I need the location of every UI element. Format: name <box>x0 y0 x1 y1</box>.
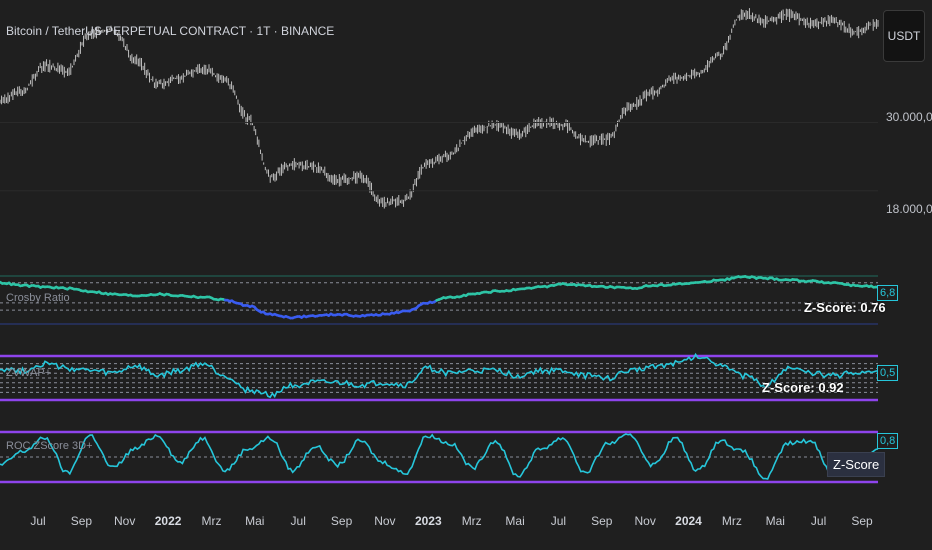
value-badge-crosby: 6,8 <box>877 285 899 301</box>
x-tick-label: Mrz <box>721 514 742 528</box>
price-label-18000: 18.000,0 <box>886 202 932 216</box>
price-label-30000: 30.000,0 <box>886 110 932 124</box>
x-tick-label: Mai <box>505 514 525 528</box>
x-tick-label: Sep <box>330 514 353 528</box>
x-tick-label: 2023 <box>414 514 442 528</box>
pane-label-crosby: Crosby Ratio <box>6 292 70 304</box>
x-tick-label: Jul <box>30 514 46 528</box>
zscore-label-roc: Z-Score <box>827 452 886 477</box>
zscore-label-zvwap: Z-Score: 0.92 <box>762 380 844 395</box>
x-tick-label: Nov <box>114 514 136 528</box>
roc-zscore-panel <box>0 430 879 484</box>
x-tick-label: Sep <box>851 514 873 528</box>
x-tick-label: Sep <box>591 514 613 528</box>
x-tick-label: 2022 <box>154 514 182 528</box>
x-tick-label: Jul <box>290 514 306 528</box>
x-tick-label: Nov <box>374 514 396 528</box>
chart-title: Bitcoin / TetherUS PERPETUAL CONTRACT · … <box>6 24 335 38</box>
value-badge-roc: 0,8 <box>877 433 899 449</box>
pane-label-roc: ROC ZScore 3D+ <box>6 440 93 452</box>
chart-svg[interactable] <box>0 0 932 550</box>
x-tick-label: Mai <box>765 514 785 528</box>
x-tick-label: Jul <box>810 514 827 528</box>
pane-label-zvwap: ZVWAP+ <box>6 367 52 379</box>
x-tick-label: Mrz <box>461 514 482 528</box>
price-panel <box>0 8 879 209</box>
crosby-ratio-panel <box>0 275 880 325</box>
value-badge-zvwap: 0,5 <box>877 365 899 381</box>
series-line <box>0 352 879 399</box>
x-tick-label: Mrz <box>201 514 222 528</box>
x-tick-label: 2024 <box>675 514 702 528</box>
x-tick-label: Sep <box>70 514 93 528</box>
currency-button[interactable]: USDT <box>883 10 925 62</box>
zscore-label-crosby: Z-Score: 0.76 <box>804 300 886 315</box>
x-tick-label: Jul <box>550 514 567 528</box>
chart-stage: Bitcoin / TetherUS PERPETUAL CONTRACT · … <box>0 0 932 550</box>
zvwap-panel <box>0 352 879 402</box>
x-tick-label: Nov <box>634 514 656 528</box>
x-tick-label: Mai <box>245 514 265 528</box>
